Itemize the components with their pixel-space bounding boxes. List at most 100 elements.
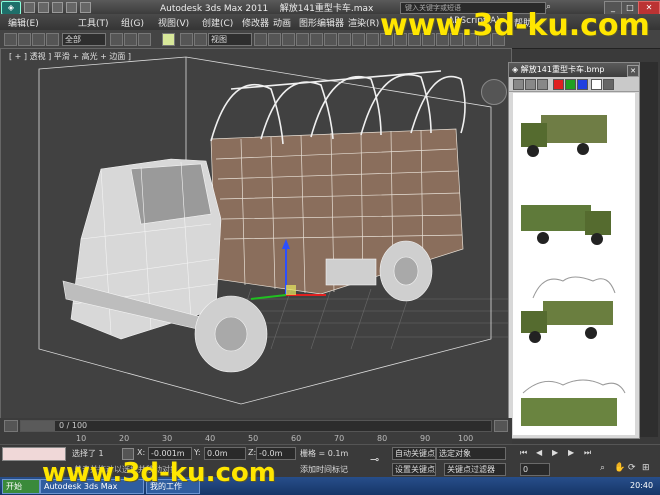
start-button[interactable]: 开始 [2, 479, 40, 494]
maximize-viewport-icon[interactable]: ⊞ [642, 463, 652, 473]
next-frame-icon[interactable]: ▶ [568, 448, 578, 458]
unlink-icon[interactable] [46, 33, 59, 46]
green-channel-toggle[interactable] [565, 79, 576, 90]
new-file-icon[interactable] [24, 2, 35, 13]
tick-label: 10 [76, 434, 87, 443]
named-selection-icon[interactable] [352, 33, 365, 46]
red-channel-toggle[interactable] [553, 79, 564, 90]
z-label: Z: [248, 448, 257, 457]
perspective-viewport[interactable]: [ + ] 透视 ] 平滑 + 高光 + 边面 ] [0, 48, 512, 420]
time-slider-thumb[interactable] [21, 421, 55, 431]
previous-frame-icon[interactable]: ◀ [536, 448, 546, 458]
link-icon[interactable] [32, 33, 45, 46]
tick-label: 20 [119, 434, 130, 443]
set-key-button[interactable]: 设置关键点 [392, 463, 436, 476]
current-frame-field[interactable]: 0 [520, 463, 550, 476]
open-file-icon[interactable] [38, 2, 49, 13]
menu-modifiers[interactable]: 修改器 [242, 16, 269, 29]
angle-snap-icon[interactable] [310, 33, 323, 46]
undo-icon[interactable] [66, 2, 77, 13]
menu-graph-editors[interactable]: 图形编辑器 [299, 16, 344, 29]
menu-group[interactable]: 组(G) [121, 16, 144, 29]
clock: 20:40 [630, 481, 654, 490]
menu-edit[interactable]: 编辑(E) [8, 16, 39, 29]
timeline: 0 / 100 10 20 30 40 50 60 70 80 90 100 [0, 418, 512, 444]
timeline-left-arrow-icon[interactable] [4, 420, 18, 432]
tick-label: 70 [334, 434, 345, 443]
window-title: Autodesk 3ds Max 2011 解放141重型卡车.max [160, 1, 373, 14]
grid-size: 栅格 = 0.1m [300, 449, 349, 458]
alpha-channel-toggle[interactable] [591, 79, 602, 90]
timeline-right-arrow-icon[interactable] [494, 420, 508, 432]
select-rotate-icon[interactable] [194, 33, 207, 46]
image-viewer-app-icon: ◈ [512, 65, 519, 74]
goto-start-icon[interactable]: ⏮ [520, 448, 530, 458]
menu-tools[interactable]: 工具(T) [78, 16, 109, 29]
timeline-ruler[interactable]: 10 20 30 40 50 60 70 80 90 100 [0, 432, 512, 444]
truck-photo-4 [521, 379, 626, 426]
clear-image-icon[interactable] [537, 79, 548, 90]
menu-animation[interactable]: 动画 [273, 16, 291, 29]
key-icon[interactable]: ⊸ [370, 453, 386, 466]
tick-label: 90 [420, 434, 431, 443]
blue-channel-toggle[interactable] [577, 79, 588, 90]
selection-filter-dropdown[interactable]: 全部 [62, 33, 106, 46]
viewcube-icon[interactable] [481, 79, 507, 105]
mirror-icon[interactable] [366, 33, 379, 46]
reference-coordinate-dropdown[interactable]: 视图 [208, 33, 252, 46]
watermark-top: www.3d-ku.com [380, 8, 650, 43]
select-object-icon[interactable] [110, 33, 123, 46]
auto-key-button[interactable]: 自动关键点 [392, 447, 436, 460]
image-viewer-toolbar [509, 77, 639, 92]
fuel-tank [325, 258, 377, 286]
select-by-name-icon[interactable] [124, 33, 137, 46]
print-image-icon[interactable] [525, 79, 536, 90]
spinner-snap-icon[interactable] [338, 33, 351, 46]
goto-end-icon[interactable]: ⏭ [584, 448, 594, 458]
command-panel-strip[interactable] [640, 62, 658, 437]
selected-objects-dropdown[interactable]: 选定对象 [436, 447, 506, 460]
keyboard-shortcut-icon[interactable] [282, 33, 295, 46]
redo-icon[interactable] [18, 33, 31, 46]
select-move-icon[interactable] [180, 33, 193, 46]
frame-readout: 0 / 100 [59, 421, 88, 430]
app-title: Autodesk 3ds Max 2011 [160, 4, 269, 14]
x-label: X: [137, 448, 146, 457]
zoom-icon[interactable]: ⌕ [600, 463, 610, 473]
tick-label: 100 [458, 434, 474, 443]
tick-label: 40 [205, 434, 216, 443]
image-viewer-close-icon[interactable]: ✕ [627, 65, 639, 77]
app-logo-icon[interactable]: ◈ [1, 1, 21, 15]
truck-photo-2 [521, 205, 611, 245]
image-viewer-title: 解放141重型卡车.bmp [520, 65, 605, 74]
image-viewer-window[interactable]: ◈ 解放141重型卡车.bmp ✕ [508, 62, 640, 439]
truck-wireframe-model[interactable] [1, 49, 511, 419]
key-filters-button[interactable]: 关键点过滤器 [444, 463, 506, 476]
truck-photo-3 [521, 276, 616, 343]
time-slider[interactable]: 0 / 100 [20, 420, 492, 432]
menu-rendering[interactable]: 渲染(R) [348, 16, 379, 29]
rectangle-selection-icon[interactable] [138, 33, 151, 46]
file-name: 解放141重型卡车.max [279, 4, 374, 14]
save-file-icon[interactable] [52, 2, 63, 13]
percent-snap-icon[interactable] [324, 33, 337, 46]
tick-label: 60 [291, 434, 302, 443]
menu-views[interactable]: 视图(V) [158, 16, 189, 29]
undo-icon[interactable] [4, 33, 17, 46]
snap-toggle-icon[interactable] [296, 33, 309, 46]
watermark-bottom: www.3d-ku.com [42, 458, 276, 488]
monochrome-toggle[interactable] [603, 79, 614, 90]
pan-icon[interactable]: ✋ [614, 463, 625, 473]
orbit-icon[interactable]: ⟳ [628, 463, 638, 473]
play-icon[interactable]: ▶ [552, 448, 562, 458]
pivot-center-icon[interactable] [254, 33, 267, 46]
save-image-icon[interactable] [513, 79, 524, 90]
image-viewer-titlebar: ◈ 解放141重型卡车.bmp [509, 63, 639, 77]
add-time-tag[interactable]: 添加时间标记 [300, 464, 348, 475]
window-crossing-icon[interactable] [162, 33, 175, 46]
select-manipulate-icon[interactable] [268, 33, 281, 46]
reference-image [513, 93, 635, 435]
redo-icon[interactable] [80, 2, 91, 13]
menu-create[interactable]: 创建(C) [202, 16, 233, 29]
tick-label: 80 [377, 434, 388, 443]
